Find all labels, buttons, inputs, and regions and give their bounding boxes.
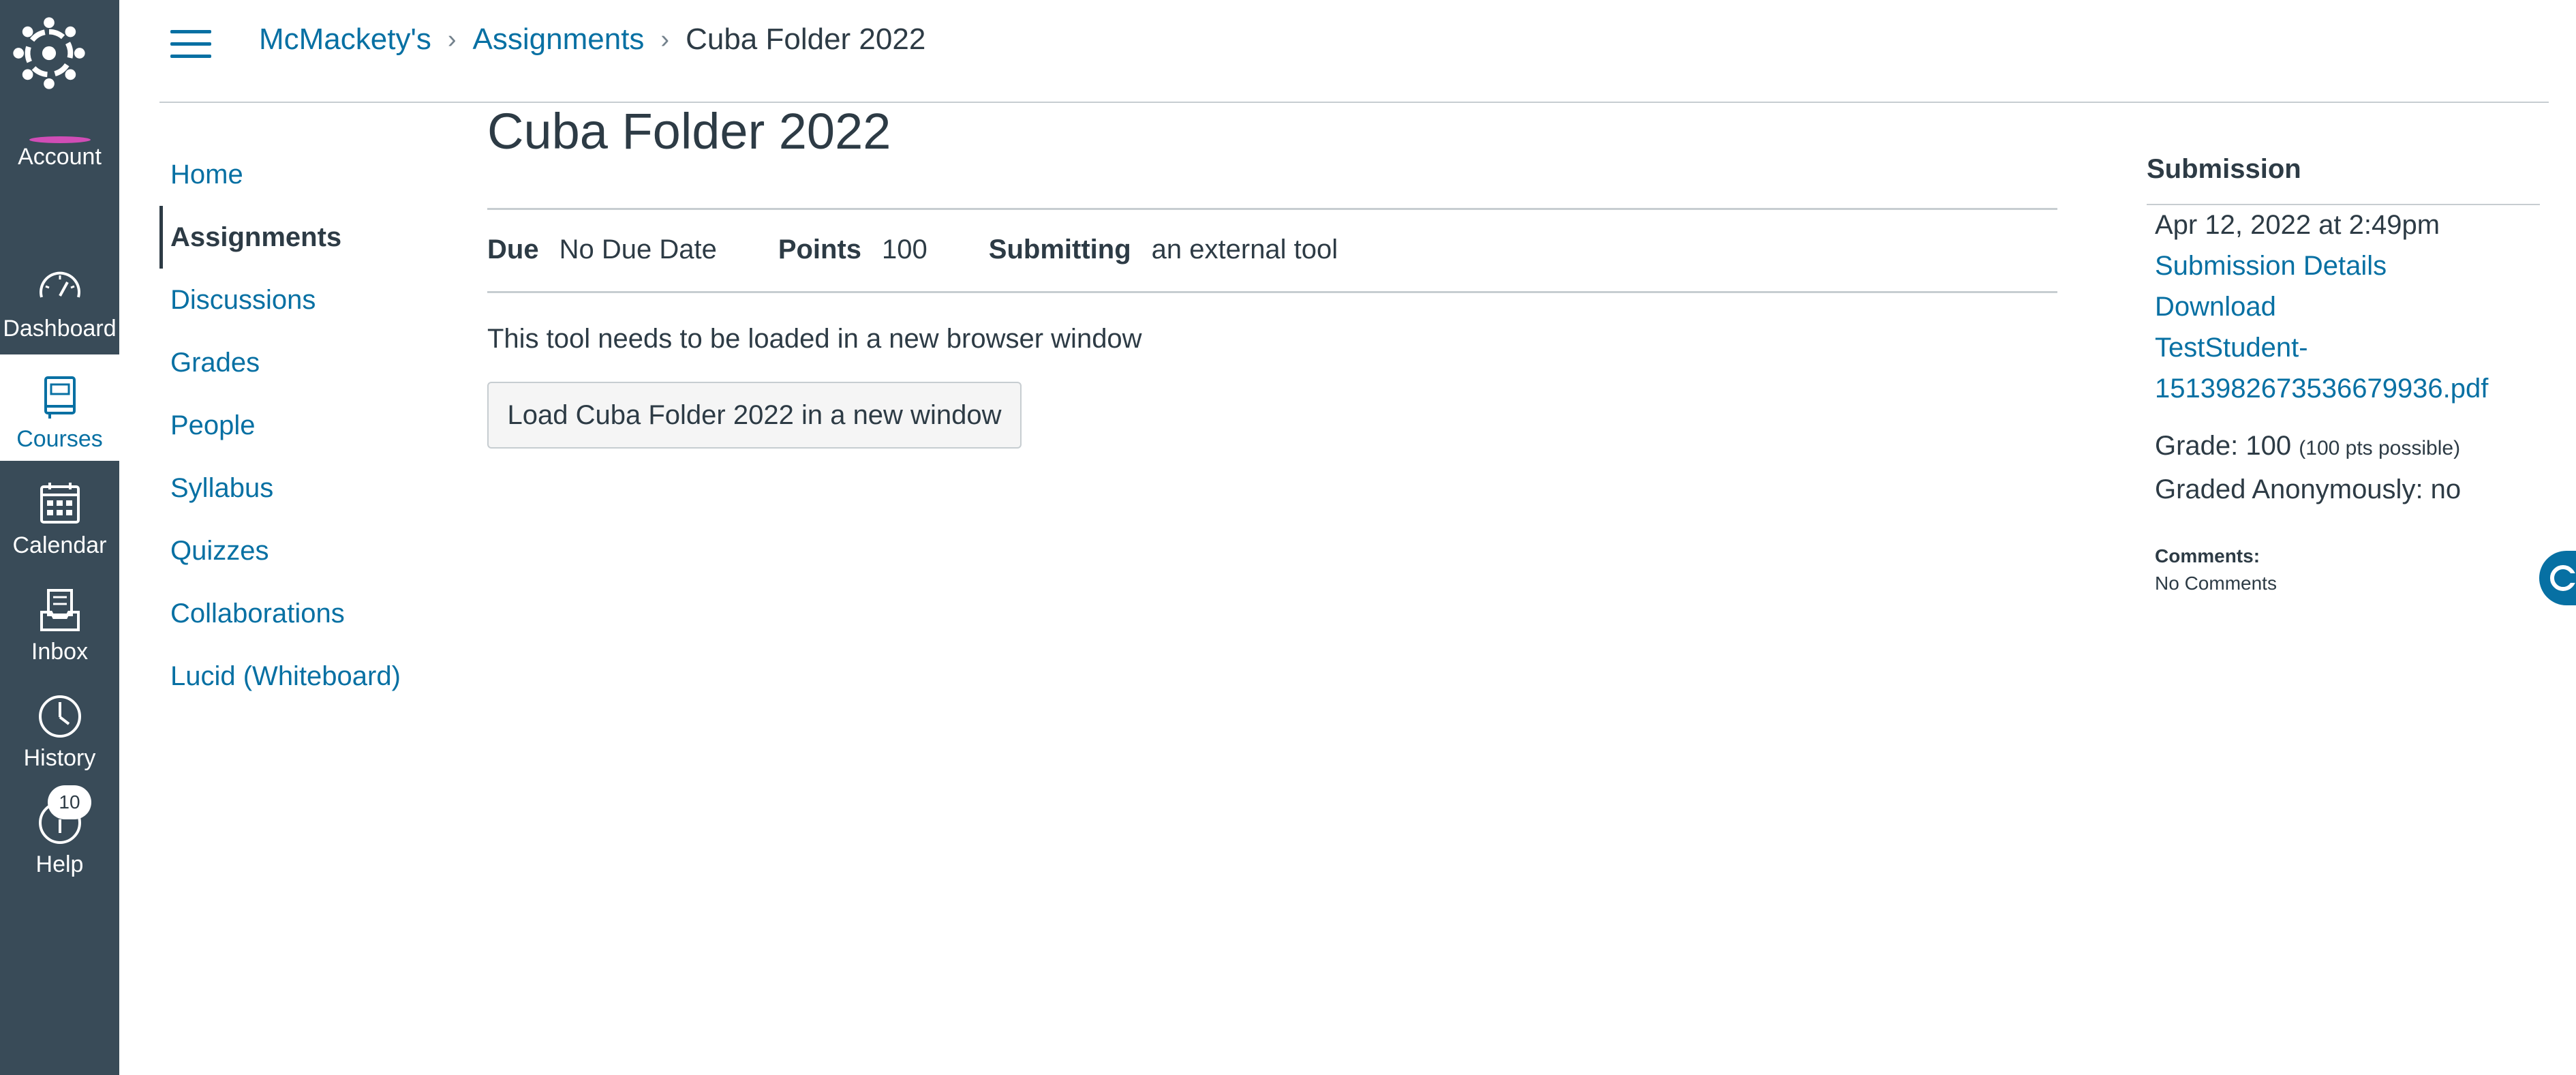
breadcrumb-separator-icon: ›	[660, 25, 670, 54]
courses-icon	[44, 376, 76, 419]
avatar	[29, 136, 91, 143]
course-nav: Home Assignments Discussions Grades Peop…	[159, 143, 459, 708]
download-link[interactable]: Download	[2155, 286, 2536, 327]
history-icon	[38, 695, 81, 738]
hamburger-line	[170, 42, 211, 46]
global-nav: Account Dashboard Courses Calendar Inbox…	[0, 0, 119, 1075]
assignment-details: Due No Due Date Points 100 Submitting an…	[487, 229, 1399, 270]
nav-account[interactable]: Account	[0, 0, 119, 170]
file-link-line2[interactable]: 1513982673536679936.pdf	[2155, 368, 2536, 409]
chat-icon	[2550, 565, 2576, 591]
breadcrumb-course[interactable]: McMackety's	[259, 22, 431, 57]
nav-history[interactable]: History	[0, 673, 119, 780]
breadcrumb-current: Cuba Folder 2022	[686, 22, 926, 56]
points-value: 100	[882, 234, 927, 264]
due-value: No Due Date	[559, 234, 717, 264]
details-bottom-divider	[487, 291, 2057, 293]
help-count-badge: 10	[48, 785, 91, 819]
breadcrumb-assignments[interactable]: Assignments	[473, 22, 645, 57]
nav-inbox[interactable]: Inbox	[0, 567, 119, 673]
submission-heading: Submission	[2147, 154, 2301, 184]
nav-history-label: History	[23, 745, 96, 771]
details-top-divider	[487, 208, 2057, 210]
inbox-icon	[40, 589, 80, 631]
feedback-tab[interactable]	[2539, 551, 2576, 605]
dashboard-icon	[39, 271, 80, 298]
page-title: Cuba Folder 2022	[487, 103, 891, 160]
nav-calendar-label: Calendar	[12, 532, 107, 558]
submitting-label: Submitting	[988, 234, 1131, 264]
course-nav-quizzes[interactable]: Quizzes	[159, 519, 459, 582]
nav-dashboard-label: Dashboard	[3, 316, 117, 342]
nav-inbox-label: Inbox	[31, 639, 89, 665]
due-label: Due	[487, 234, 539, 264]
course-nav-home[interactable]: Home	[159, 143, 459, 206]
graded-anonymously: Graded Anonymously: no	[2155, 474, 2462, 504]
breadcrumb: McMackety's › Assignments › Cuba Folder …	[259, 19, 925, 60]
nav-calendar[interactable]: Calendar	[0, 461, 119, 567]
comments-value: No Comments	[2155, 573, 2277, 594]
load-tool-button[interactable]: Load Cuba Folder 2022 in a new window	[487, 382, 1022, 449]
tool-message: This tool needs to be loaded in a new br…	[487, 324, 1142, 354]
calendar-icon	[40, 483, 80, 524]
course-nav-assignments[interactable]: Assignments	[159, 206, 459, 269]
course-nav-collaborations[interactable]: Collaborations	[159, 582, 459, 645]
hamburger-line	[170, 55, 211, 58]
nav-dashboard[interactable]: Dashboard	[0, 248, 119, 354]
hamburger-menu-button[interactable]	[170, 30, 211, 58]
points-label: Points	[778, 234, 862, 264]
nav-help-label: Help	[35, 851, 84, 877]
grade-line: Grade: 100 (100 pts possible)	[2155, 425, 2536, 469]
nav-account-label: Account	[18, 144, 102, 170]
grade-value: Grade: 100	[2155, 431, 2292, 461]
course-nav-lucid[interactable]: Lucid (Whiteboard)	[159, 645, 459, 708]
comments-label: Comments:	[2155, 545, 2260, 566]
submission-date: Apr 12, 2022 at 2:49pm	[2155, 210, 2440, 240]
grade-possible: (100 pts possible)	[2299, 437, 2461, 459]
course-nav-syllabus[interactable]: Syllabus	[159, 457, 459, 519]
course-nav-discussions[interactable]: Discussions	[159, 269, 459, 331]
nav-courses[interactable]: Courses	[0, 354, 119, 461]
hamburger-line	[170, 30, 211, 33]
course-nav-people[interactable]: People	[159, 394, 459, 457]
submission-details-link[interactable]: Submission Details	[2155, 245, 2536, 286]
breadcrumb-separator-icon: ›	[447, 25, 457, 54]
submitting-value: an external tool	[1151, 234, 1338, 264]
nav-courses-label: Courses	[16, 426, 103, 452]
file-link-line1[interactable]: TestStudent-	[2155, 327, 2536, 368]
course-nav-grades[interactable]: Grades	[159, 331, 459, 394]
submission-panel: Apr 12, 2022 at 2:49pm Submission Detail…	[2155, 205, 2536, 597]
